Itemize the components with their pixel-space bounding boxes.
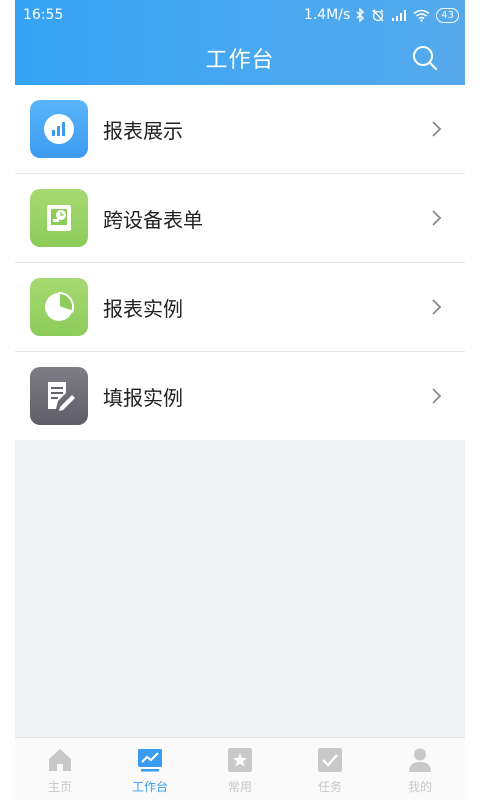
battery-indicator: 43 xyxy=(436,7,459,23)
tab-favorites[interactable]: 常用 xyxy=(195,738,285,800)
menu-item-report-display[interactable]: 报表展示 xyxy=(15,85,465,174)
tab-tasks[interactable]: 任务 xyxy=(285,738,375,800)
search-button[interactable] xyxy=(411,44,439,72)
tab-label: 工作台 xyxy=(131,780,168,794)
bottom-tab-bar: 主页 工作台 常用 任务 我的 xyxy=(15,737,465,800)
workbench-menu-list: 报表展示 跨设备表单 报表实例 填报实例 xyxy=(15,85,465,440)
tab-workbench[interactable]: 工作台 xyxy=(105,738,195,800)
app-header: 16:55 1.4M/s 43 工作台 xyxy=(15,0,465,85)
report-display-tile xyxy=(30,100,88,158)
tab-label: 任务 xyxy=(317,780,342,794)
task-check-icon xyxy=(316,746,344,774)
workbench-icon xyxy=(136,746,164,774)
app-screen: 16:55 1.4M/s 43 工作台 报表展示 跨设备表单 报表实例 填报实例… xyxy=(15,0,465,800)
alarm-off-icon xyxy=(371,8,385,22)
wifi-icon xyxy=(413,9,430,22)
status-icons: 1.4M/s 43 xyxy=(304,0,459,30)
menu-item-cross-device-form[interactable]: 跨设备表单 xyxy=(15,174,465,263)
menu-item-fill-instance[interactable]: 填报实例 xyxy=(15,352,465,440)
tab-label: 我的 xyxy=(407,780,432,794)
chevron-right-icon xyxy=(432,388,442,404)
menu-item-label: 填报实例 xyxy=(103,385,183,410)
bar-chart-icon xyxy=(44,114,74,144)
home-icon xyxy=(46,746,74,774)
menu-item-label: 报表实例 xyxy=(103,296,183,321)
edit-document-icon xyxy=(48,382,75,411)
cross-device-form-tile xyxy=(30,189,88,247)
chevron-right-icon xyxy=(432,210,442,226)
menu-item-label: 跨设备表单 xyxy=(103,207,203,232)
user-icon xyxy=(406,746,434,774)
report-instance-tile xyxy=(30,278,88,336)
device-clock-icon xyxy=(47,205,71,231)
bluetooth-icon xyxy=(356,8,365,22)
network-speed: 1.4M/s xyxy=(303,7,351,23)
status-time: 16:55 xyxy=(23,7,64,23)
star-icon xyxy=(226,746,254,774)
signal-icon xyxy=(391,9,407,21)
tab-label: 主页 xyxy=(47,780,72,794)
menu-item-report-instance[interactable]: 报表实例 xyxy=(15,263,465,352)
fill-instance-tile xyxy=(30,367,88,425)
pie-chart-icon xyxy=(45,291,74,321)
menu-item-label: 报表展示 xyxy=(103,118,183,143)
status-bar: 16:55 1.4M/s 43 xyxy=(15,0,465,30)
chevron-right-icon xyxy=(432,121,442,137)
tab-profile[interactable]: 我的 xyxy=(375,738,465,800)
search-icon xyxy=(413,46,438,71)
page-title: 工作台 xyxy=(205,48,275,73)
tab-home[interactable]: 主页 xyxy=(15,738,105,800)
tab-label: 常用 xyxy=(227,780,252,794)
chevron-right-icon xyxy=(432,299,442,315)
